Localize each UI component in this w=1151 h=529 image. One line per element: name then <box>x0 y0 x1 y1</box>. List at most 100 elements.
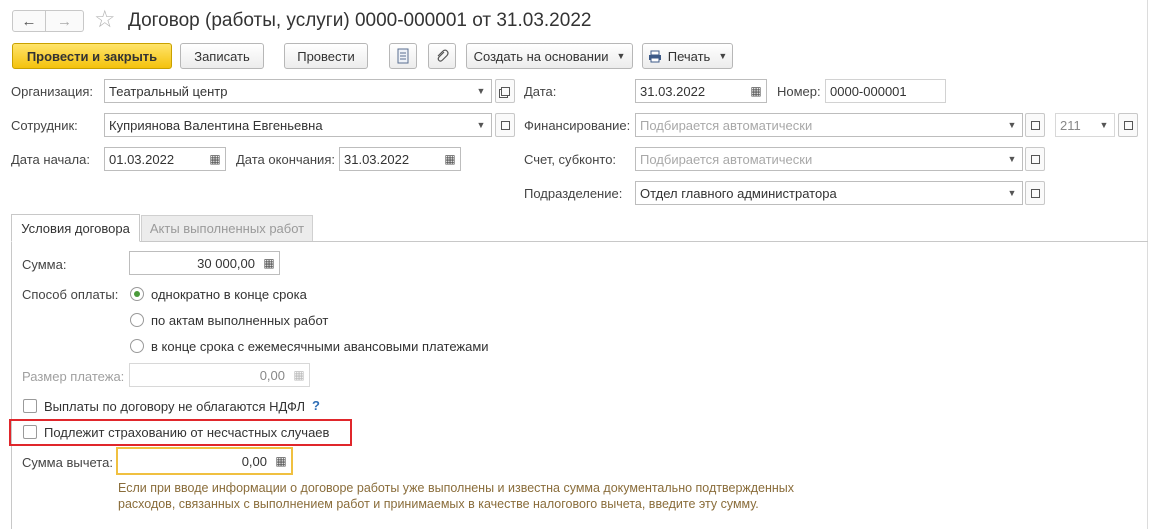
end-date-value: 31.03.2022 <box>344 151 410 167</box>
kfo-field[interactable]: 211 ▼ <box>1055 113 1115 137</box>
installment-field: 0,00 ▦ <box>129 363 310 387</box>
help-icon[interactable]: ? <box>312 398 320 413</box>
payment-acts-radio[interactable] <box>130 313 144 327</box>
number-label: Номер: <box>777 84 821 99</box>
window-divider <box>1147 0 1148 529</box>
organization-value: Театральный центр <box>109 83 228 99</box>
dropdown-arrow-icon[interactable]: ▼ <box>471 80 491 102</box>
printer-icon <box>648 50 661 62</box>
organization-label: Организация: <box>11 84 94 99</box>
end-date-label: Дата окончания: <box>236 152 335 167</box>
kfo-value: 211 <box>1060 117 1081 133</box>
insurance-label[interactable]: Подлежит страхованию от несчастных случа… <box>44 425 329 440</box>
open-form-icon <box>500 86 510 96</box>
calculator-icon[interactable]: ▦ <box>271 449 291 473</box>
payment-method-label: Способ оплаты: <box>22 287 119 302</box>
back-button[interactable]: ← <box>12 10 46 32</box>
start-date-label: Дата начала: <box>11 152 90 167</box>
dropdown-arrow-icon: ▼ <box>718 51 728 61</box>
account-placeholder: Подбирается автоматически <box>640 151 813 167</box>
calendar-icon[interactable]: ▦ <box>205 148 225 170</box>
paperclip-icon <box>437 49 449 62</box>
department-label: Подразделение: <box>524 186 623 201</box>
account-field[interactable]: Подбирается автоматически ▼ <box>635 147 1023 171</box>
document-journal-button[interactable] <box>389 43 417 69</box>
list-document-icon <box>397 48 409 64</box>
employee-field[interactable]: Куприянова Валентина Евгеньевна ▼ <box>104 113 492 137</box>
date-value: 31.03.2022 <box>640 83 706 99</box>
tab-work-acts[interactable]: Акты выполненных работ <box>141 215 313 241</box>
organization-field[interactable]: Театральный центр ▼ <box>104 79 492 103</box>
department-value: Отдел главного администратора <box>640 185 837 201</box>
hint-text-line-2: расходов, связанных с выполнением работ … <box>118 497 759 511</box>
dropdown-arrow-icon[interactable]: ▼ <box>471 114 491 136</box>
installment-value: 0,00 <box>259 367 285 383</box>
page-title: Договор (работы, услуги) 0000-000001 от … <box>128 10 592 31</box>
calendar-icon[interactable]: ▦ <box>440 148 460 170</box>
sum-label: Сумма: <box>22 257 67 272</box>
date-field[interactable]: 31.03.2022 ▦ <box>635 79 767 103</box>
ndfl-exempt-label[interactable]: Выплаты по договору не облагаются НДФЛ <box>44 399 305 414</box>
print-button[interactable]: Печать ▼ <box>642 43 733 69</box>
sum-value: 30 000,00 <box>197 255 255 271</box>
open-kfo-button[interactable] <box>1118 113 1138 137</box>
open-employee-button[interactable] <box>495 113 515 137</box>
open-form-icon <box>1030 154 1040 164</box>
number-value: 0000-000001 <box>830 83 907 99</box>
dropdown-arrow-icon: ▼ <box>616 51 626 61</box>
tab-panel-border <box>11 241 1148 242</box>
post-button[interactable]: Провести <box>284 43 368 69</box>
open-account-button[interactable] <box>1025 147 1045 171</box>
open-financing-button[interactable] <box>1025 113 1045 137</box>
number-field[interactable]: 0000-000001 <box>825 79 946 103</box>
calendar-icon[interactable]: ▦ <box>746 80 766 102</box>
payment-monthly-label[interactable]: в конце срока с ежемесячными авансовыми … <box>151 339 489 354</box>
tab-contract-terms[interactable]: Условия договора <box>11 214 140 242</box>
dropdown-arrow-icon[interactable]: ▼ <box>1002 182 1022 204</box>
open-form-icon <box>1123 120 1133 130</box>
deduction-field[interactable]: 0,00 ▦ <box>116 447 293 475</box>
payment-once-label[interactable]: однократно в конце срока <box>151 287 307 302</box>
open-organization-button[interactable] <box>495 79 515 103</box>
payment-acts-label[interactable]: по актам выполненных работ <box>151 313 328 328</box>
payment-once-radio[interactable] <box>130 287 144 301</box>
employee-value: Куприянова Валентина Евгеньевна <box>109 117 323 133</box>
installment-label: Размер платежа: <box>22 369 125 384</box>
arrow-left-icon: ← <box>21 12 37 30</box>
create-based-on-button[interactable]: Создать на основании ▼ <box>466 43 633 69</box>
forward-button[interactable]: → <box>46 10 84 32</box>
payment-monthly-radio[interactable] <box>130 339 144 353</box>
create-based-on-label: Создать на основании <box>473 48 609 64</box>
account-label: Счет, субконто: <box>524 152 617 167</box>
ndfl-exempt-checkbox[interactable] <box>23 399 37 413</box>
date-label: Дата: <box>524 84 557 99</box>
dropdown-arrow-icon[interactable]: ▼ <box>1002 148 1022 170</box>
favorite-star-icon[interactable]: ☆ <box>94 6 116 34</box>
sum-field[interactable]: 30 000,00 ▦ <box>129 251 280 275</box>
financing-field[interactable]: Подбирается автоматически ▼ <box>635 113 1023 137</box>
deduction-value: 0,00 <box>241 453 267 469</box>
start-date-value: 01.03.2022 <box>109 151 175 167</box>
financing-placeholder: Подбирается автоматически <box>640 117 813 133</box>
department-field[interactable]: Отдел главного администратора ▼ <box>635 181 1023 205</box>
deduction-label: Сумма вычета: <box>22 455 113 470</box>
open-form-icon <box>1030 188 1040 198</box>
calculator-icon: ▦ <box>293 368 305 382</box>
start-date-field[interactable]: 01.03.2022 ▦ <box>104 147 226 171</box>
dropdown-arrow-icon[interactable]: ▼ <box>1094 114 1114 136</box>
attachments-button[interactable] <box>428 43 456 69</box>
calculator-icon[interactable]: ▦ <box>259 252 279 274</box>
tab-panel-left-border <box>11 241 12 529</box>
dropdown-arrow-icon[interactable]: ▼ <box>1002 114 1022 136</box>
post-and-close-button[interactable]: Провести и закрыть <box>12 43 172 69</box>
financing-label: Финансирование: <box>524 118 631 133</box>
open-department-button[interactable] <box>1025 181 1045 205</box>
print-label: Печать <box>667 48 711 64</box>
open-form-icon <box>500 120 510 130</box>
open-form-icon <box>1030 120 1040 130</box>
arrow-right-icon: → <box>57 12 72 30</box>
save-button[interactable]: Записать <box>180 43 264 69</box>
end-date-field[interactable]: 31.03.2022 ▦ <box>339 147 461 171</box>
employee-label: Сотрудник: <box>11 118 78 133</box>
insurance-checkbox[interactable] <box>23 425 37 439</box>
